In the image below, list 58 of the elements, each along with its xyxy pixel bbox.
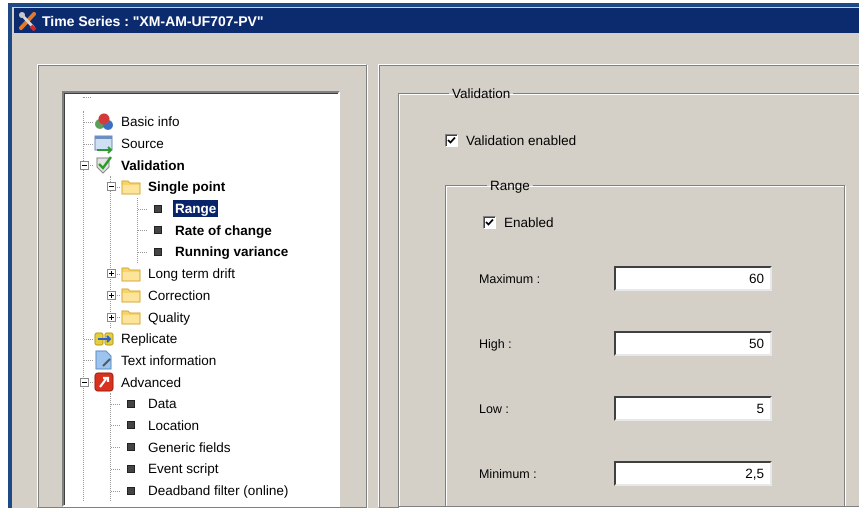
tree-item[interactable]: Validation <box>119 156 187 174</box>
folder-icon <box>121 264 141 283</box>
shield-check-icon <box>94 155 114 176</box>
field-label: Low : <box>479 402 510 416</box>
tree-item[interactable]: Quality <box>146 308 192 326</box>
input-field[interactable]: 5 <box>614 396 772 421</box>
tree-item[interactable]: Data <box>146 395 179 412</box>
collapse-icon[interactable] <box>106 182 116 192</box>
bullet-icon <box>127 443 135 452</box>
tree-item[interactable]: Basic info <box>119 113 182 130</box>
bullet-icon <box>127 421 135 430</box>
tree-item[interactable]: Range <box>173 200 218 218</box>
bullet-icon <box>154 226 162 234</box>
field-label: High : <box>479 336 513 350</box>
input-field[interactable]: 50 <box>614 331 772 356</box>
tools-icon <box>18 10 38 30</box>
input-field[interactable]: 60 <box>614 266 772 291</box>
bullet-icon <box>154 248 162 256</box>
folder-icon <box>121 178 141 196</box>
expand-icon[interactable] <box>106 312 116 322</box>
tree-item[interactable]: Single point <box>146 178 228 196</box>
folder-icon <box>121 286 141 304</box>
tree-item[interactable]: Long term drift <box>146 265 238 282</box>
tree-item[interactable]: Running variance <box>173 243 290 260</box>
tree-item[interactable]: Source <box>119 135 166 152</box>
bullet-icon <box>127 464 135 473</box>
checkbox[interactable] <box>483 216 496 229</box>
expand-icon[interactable] <box>106 290 116 300</box>
group-title: Range <box>489 178 531 193</box>
folder-icon <box>121 308 141 326</box>
input-field[interactable]: 2,5 <box>614 461 772 486</box>
spheres-icon <box>94 112 114 132</box>
bullet-icon <box>127 400 135 408</box>
tree-item[interactable]: Event script <box>146 460 221 478</box>
tree-item[interactable]: Text information <box>119 352 218 369</box>
tree-item[interactable]: Rate of change <box>173 222 274 239</box>
checkbox-label: Validation enabled <box>466 133 576 148</box>
tree-item[interactable]: Deadband filter (online) <box>146 482 290 500</box>
tree-item[interactable]: Location <box>146 416 202 434</box>
tree-item[interactable]: Correction <box>146 286 212 304</box>
window-title: Time Series : "XM-AM-UF707-PV" <box>42 12 264 28</box>
collapse-icon[interactable] <box>80 378 88 387</box>
collapse-icon[interactable] <box>80 160 88 170</box>
checkbox-label: Enabled <box>504 215 554 230</box>
field-label: Minimum : <box>479 466 538 480</box>
tree-item[interactable]: Advanced <box>119 374 184 391</box>
checkbox[interactable] <box>445 134 458 147</box>
bullet-icon <box>127 486 135 495</box>
group-title: Validation <box>451 87 512 101</box>
window-arrow-icon <box>94 134 114 154</box>
arrow-tile-icon <box>94 372 114 392</box>
field-label: Maximum : <box>479 272 542 286</box>
tree-item[interactable]: Replicate <box>119 330 180 348</box>
expand-icon[interactable] <box>106 269 116 278</box>
bullet-icon <box>154 204 162 213</box>
tree-item[interactable]: Generic fields <box>146 438 233 456</box>
link-arrow-icon <box>94 330 114 348</box>
document-icon <box>94 350 114 370</box>
